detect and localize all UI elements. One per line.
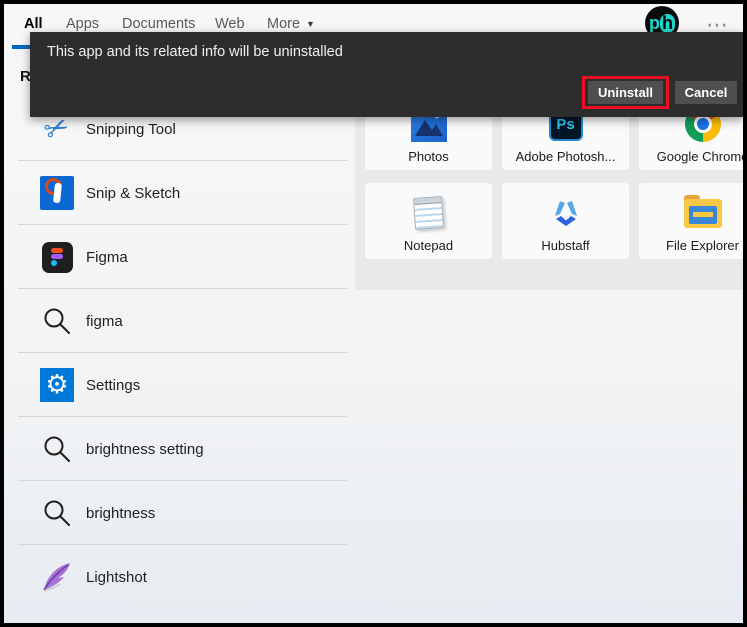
search-result-row[interactable]: Snip & Sketch — [4, 161, 353, 225]
cancel-button[interactable]: Cancel — [675, 81, 737, 104]
figma-logo — [41, 241, 73, 273]
results-list: ✂ Snipping Tool Snip & Sketch Figma figm… — [4, 97, 353, 609]
tab-web[interactable]: Web — [215, 16, 245, 32]
chevron-down-icon: ▼ — [306, 19, 315, 29]
hubstaff-icon — [547, 194, 585, 232]
search-result-row[interactable]: brightness setting — [4, 417, 353, 481]
app-tile-label: File Explorer — [666, 238, 739, 253]
snip-sketch-icon — [38, 174, 76, 212]
notepad-glyph — [412, 196, 445, 230]
magnifier-glyph — [44, 500, 70, 526]
search-result-label: Figma — [86, 248, 128, 266]
uninstall-confirmation-dialog: This app and its related info will be un… — [30, 32, 743, 117]
app-tile-label: Adobe Photosh... — [515, 149, 616, 164]
hubstaff-logo — [554, 201, 577, 226]
app-tile[interactable]: Hubstaff — [502, 183, 629, 259]
app-tile-label: Notepad — [403, 238, 454, 253]
dialog-message: This app and its related info will be un… — [47, 44, 343, 60]
app-tile[interactable]: File Explorer — [639, 183, 743, 259]
tab-all[interactable]: All — [24, 16, 43, 32]
search-result-row[interactable]: ⚙ Settings — [4, 353, 353, 417]
settings-tile: ⚙ — [40, 368, 74, 402]
search-result-label: brightness — [86, 504, 156, 522]
snip-sketch-tile — [40, 174, 74, 210]
magnifier-glyph — [44, 308, 70, 334]
app-tile-label: Photos — [408, 149, 449, 164]
search-result-row[interactable]: brightness — [4, 481, 353, 545]
tab-documents[interactable]: Documents — [122, 16, 195, 32]
search-result-label: Lightshot — [86, 568, 147, 586]
app-tile[interactable]: Notepad — [365, 183, 492, 259]
search-icon — [38, 302, 76, 340]
tiles-grid: Photos Ps Adobe Photosh... Google Chrome… — [365, 93, 743, 259]
search-result-row[interactable]: Lightshot — [4, 545, 353, 609]
uninstall-button[interactable]: Uninstall — [588, 81, 663, 104]
windows-search-window: All Apps Documents Web More ▼ ph ⋯ R Phot… — [0, 0, 747, 627]
lightshot-icon — [38, 558, 76, 596]
search-result-label: Snip & Sketch — [86, 184, 181, 202]
search-icon — [38, 494, 76, 532]
tab-more[interactable]: More ▼ — [267, 16, 315, 32]
search-result-row[interactable]: figma — [4, 289, 353, 353]
search-result-row[interactable]: Figma — [4, 225, 353, 289]
search-icon — [38, 430, 76, 468]
file-explorer-icon — [683, 194, 722, 232]
magnifier-glyph — [44, 436, 70, 462]
figma-icon — [38, 238, 76, 276]
app-tile-label: Google Chrome — [656, 149, 743, 164]
search-result-label: Snipping Tool — [86, 120, 176, 138]
search-result-label: Settings — [86, 376, 141, 394]
notepad-icon — [412, 194, 445, 232]
settings-icon: ⚙ — [38, 366, 76, 404]
pen-glyph — [52, 182, 62, 204]
app-tile-label: Hubstaff — [541, 238, 590, 253]
search-result-label: figma — [86, 312, 123, 330]
tab-apps[interactable]: Apps — [66, 16, 99, 32]
search-result-label: brightness setting — [86, 440, 204, 458]
gear-glyph: ⚙ — [45, 370, 69, 400]
feather-glyph — [43, 563, 70, 592]
folder-glyph — [683, 194, 722, 228]
